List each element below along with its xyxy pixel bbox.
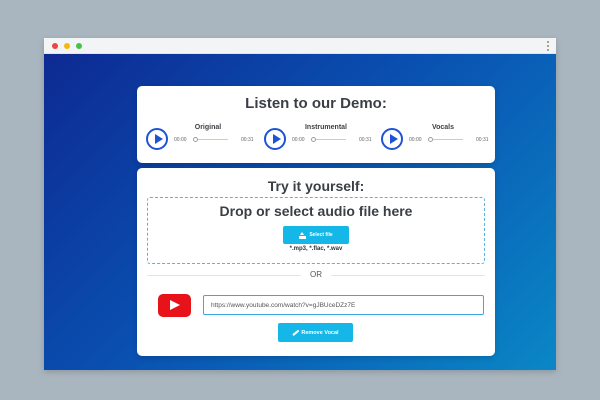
player-label: Instrumental [304, 124, 347, 131]
remove-vocal-label: Remove Vocal [301, 329, 339, 336]
seek-track[interactable] [198, 139, 228, 140]
demo-title: Listen to our Demo: [245, 95, 387, 112]
upload-title: Try it yourself: [267, 178, 365, 194]
maximize-window-dot[interactable] [76, 43, 82, 49]
demo-card: Listen to our Demo: Original 00:00 00:31… [137, 86, 495, 163]
select-file-button[interactable]: Select file [283, 226, 349, 244]
duration: 00:31 [359, 137, 372, 143]
player-label: Original [194, 124, 222, 131]
file-dropzone[interactable]: Drop or select audio file here Select fi… [147, 197, 485, 264]
current-time: 00:00 [174, 137, 187, 143]
dropzone-title: Drop or select audio file here [219, 203, 413, 219]
browser-titlebar [44, 38, 556, 54]
youtube-url-input[interactable] [203, 295, 484, 315]
remove-vocal-button[interactable]: Remove Vocal [278, 323, 353, 342]
upload-card: Try it yourself: Drop or select audio fi… [137, 168, 495, 356]
audio-player-original: Original 00:00 00:31 [146, 122, 256, 152]
seek-track[interactable] [316, 139, 346, 140]
page-viewport: Listen to our Demo: Original 00:00 00:31… [44, 54, 556, 370]
select-file-label: Select file [309, 232, 333, 238]
browser-window: Listen to our Demo: Original 00:00 00:31… [44, 38, 556, 370]
play-icon[interactable] [264, 128, 286, 150]
magic-wand-icon [292, 329, 300, 336]
audio-player-vocals: Vocals 00:00 00:31 [381, 122, 491, 152]
or-label: OR [301, 270, 331, 279]
current-time: 00:00 [292, 137, 305, 143]
seek-track[interactable] [433, 139, 463, 140]
duration: 00:31 [476, 137, 489, 143]
duration: 00:31 [241, 137, 254, 143]
kebab-menu-icon[interactable] [546, 41, 550, 51]
close-window-dot[interactable] [52, 43, 58, 49]
youtube-icon [158, 294, 191, 317]
audio-player-instrumental: Instrumental 00:00 00:31 [264, 122, 374, 152]
minimize-window-dot[interactable] [64, 43, 70, 49]
play-icon[interactable] [381, 128, 403, 150]
current-time: 00:00 [409, 137, 422, 143]
play-icon[interactable] [146, 128, 168, 150]
upload-icon [299, 231, 307, 239]
supported-formats: *.mp3, *.flac, *.wav [289, 246, 343, 252]
player-label: Vocals [431, 124, 455, 131]
